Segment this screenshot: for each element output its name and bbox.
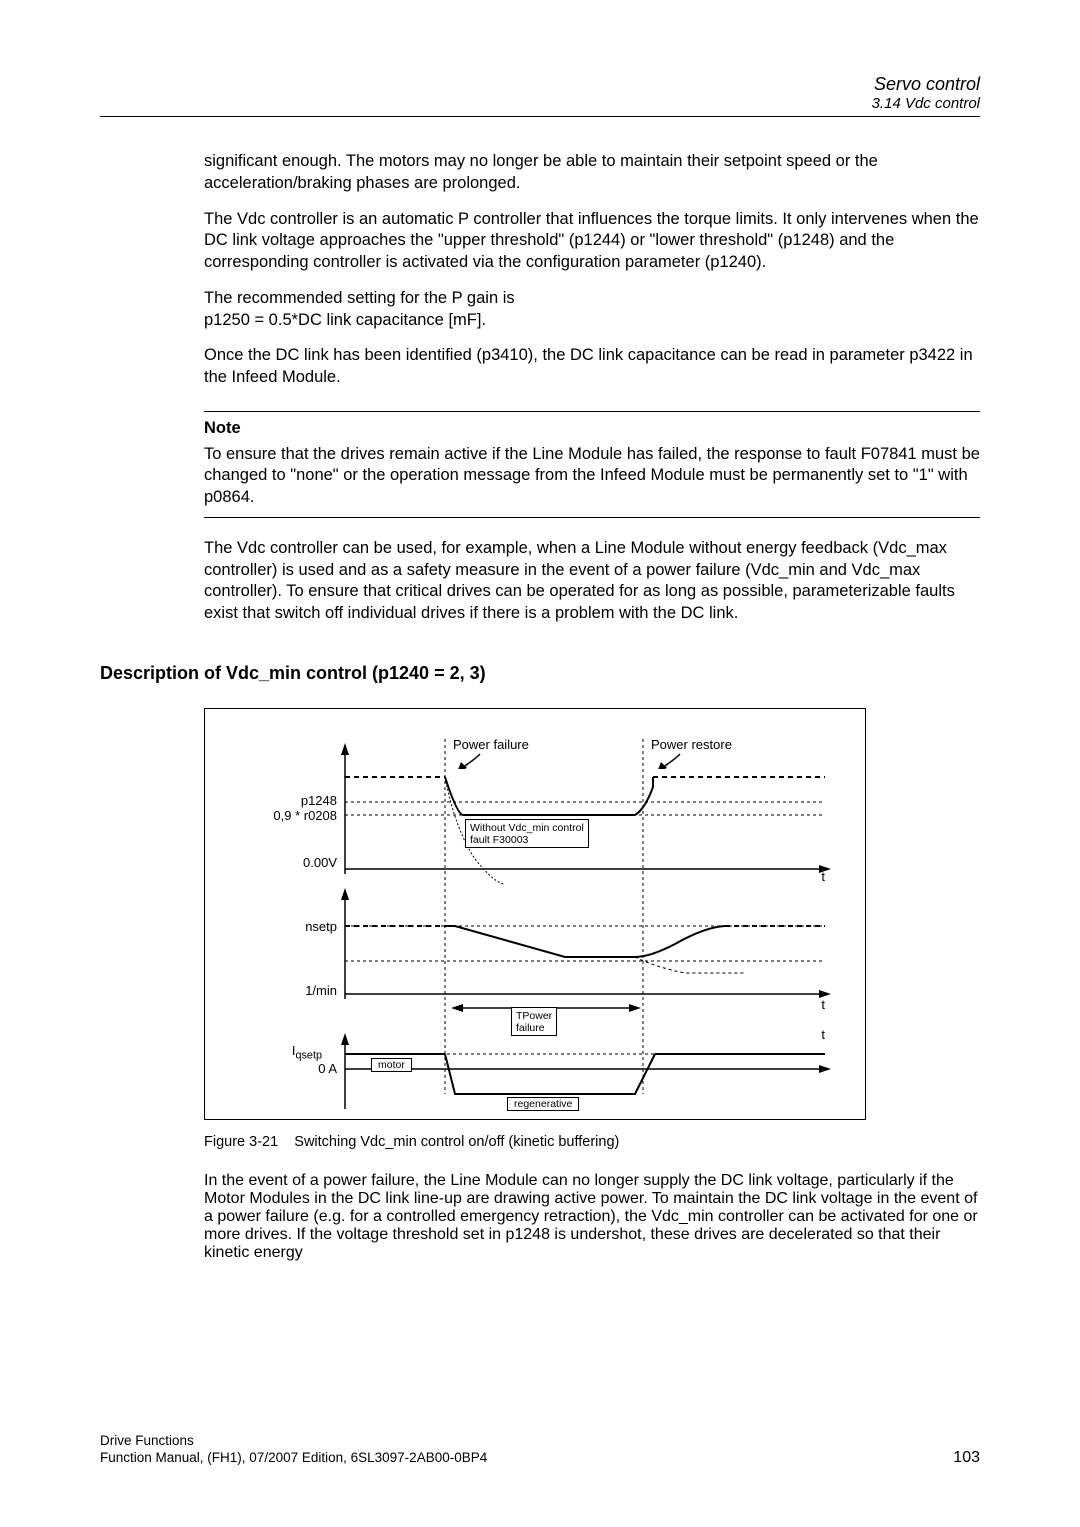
fig-without-line1: Without Vdc_min control bbox=[470, 822, 584, 834]
section-heading: Description of Vdc_min control (p1240 = … bbox=[100, 663, 980, 684]
fig-tpower-box: TPower failure bbox=[511, 1007, 557, 1036]
paragraph: significant enough. The motors may no lo… bbox=[204, 151, 980, 195]
paragraph: The Vdc controller can be used, for exam… bbox=[204, 538, 980, 625]
note-rule bbox=[204, 411, 980, 412]
paragraph: The recommended setting for the P gain i… bbox=[204, 288, 980, 332]
fig-tpower-line1: TPower bbox=[516, 1010, 552, 1022]
fig-label-iqsetp: Iqsetp bbox=[292, 1043, 322, 1062]
fig-label-t: t bbox=[821, 869, 825, 884]
fig-label-t: t bbox=[821, 997, 825, 1012]
paragraph-line: p1250 = 0.5*DC link capacitance [mF]. bbox=[204, 311, 486, 329]
fig-label-p1248: p1248 bbox=[301, 793, 337, 808]
fig-label-zero-v: 0.00V bbox=[303, 855, 337, 870]
header-rule bbox=[100, 116, 980, 117]
paragraph: In the event of a power failure, the Lin… bbox=[204, 1172, 980, 1262]
fig-iqsetp-sub: qsetp bbox=[296, 1050, 323, 1062]
figure: Power failure Power restore p1248 0,9 * … bbox=[204, 708, 866, 1120]
figure-caption: Figure 3-21 Switching Vdc_min control on… bbox=[204, 1134, 980, 1150]
paragraph: The Vdc controller is an automatic P con… bbox=[204, 209, 980, 274]
paragraph-line: The recommended setting for the P gain i… bbox=[204, 289, 515, 307]
page-footer: Drive Functions Function Manual, (FH1), … bbox=[100, 1432, 980, 1467]
note-label: Note bbox=[204, 418, 980, 440]
figure-caption-label: Figure 3-21 bbox=[204, 1134, 278, 1150]
fig-label-nsetp: nsetp bbox=[305, 919, 337, 934]
fig-label-t: t bbox=[821, 1027, 825, 1042]
note-body: To ensure that the drives remain active … bbox=[204, 444, 980, 509]
footer-line2: Function Manual, (FH1), 07/2007 Edition,… bbox=[100, 1449, 487, 1467]
fig-without-vdc-box: Without Vdc_min control fault F30003 bbox=[465, 819, 589, 848]
fig-label-zero-a: 0 A bbox=[318, 1061, 337, 1076]
fig-regen-box: regenerative bbox=[507, 1097, 579, 1111]
page-number: 103 bbox=[953, 1449, 980, 1467]
paragraph: Once the DC link has been identified (p3… bbox=[204, 345, 980, 389]
section-number: 3.14 Vdc control bbox=[100, 95, 980, 112]
note-rule bbox=[204, 517, 980, 518]
footer-line1: Drive Functions bbox=[100, 1432, 487, 1450]
fig-motor-box: motor bbox=[371, 1058, 412, 1072]
figure-caption-text: Switching Vdc_min control on/off (kineti… bbox=[294, 1134, 619, 1150]
fig-without-line2: fault F30003 bbox=[470, 834, 528, 846]
fig-label-r0208: 0,9 * r0208 bbox=[273, 808, 337, 823]
chapter-title: Servo control bbox=[100, 74, 980, 95]
fig-tpower-line2: failure bbox=[516, 1022, 545, 1034]
fig-label-1min: 1/min bbox=[305, 983, 337, 998]
